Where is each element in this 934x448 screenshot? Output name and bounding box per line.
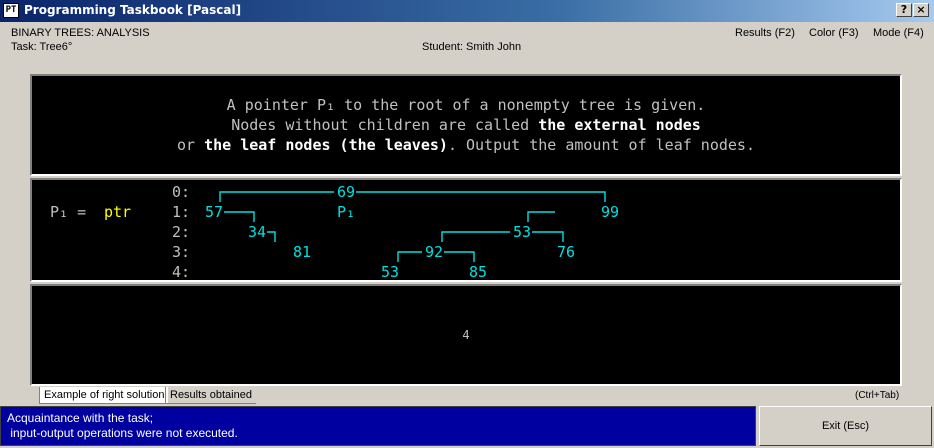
status-bar: Acquaintance with the task; input-output… [0, 406, 756, 446]
student-name: Student: Smith John [422, 41, 522, 53]
mode-menu-item[interactable]: Mode (F4) [873, 27, 924, 39]
tree-node: 81 [293, 243, 311, 261]
status-line-1: Acquaintance with the task; [7, 411, 154, 425]
tab-results-obtained[interactable]: Results obtained [165, 387, 256, 404]
tree-node: 69 [337, 183, 355, 201]
status-line-2: input-output operations were not execute… [7, 426, 238, 440]
tree-edges [219, 191, 606, 262]
tree-node: 92 [425, 243, 443, 261]
exit-button[interactable]: Exit (Esc) [759, 406, 932, 446]
ctrl-tab-hint: (Ctrl+Tab) [855, 390, 900, 401]
tree-diagram: P₁ = ptr 0: 1: 2: 3: 4: 69 57 99 P₁ 34 5… [50, 183, 619, 280]
formulation-panel: A pointer P₁ to the root of a nonempty t… [30, 74, 902, 176]
input-data-panel: P₁ = ptr 0: 1: 2: 3: 4: 69 57 99 P₁ 34 5… [30, 178, 902, 282]
color-menu-item[interactable]: Color (F3) [809, 27, 859, 39]
results-menu-item[interactable]: Results (F2) [735, 27, 795, 39]
formulation-line-2: Nodes without children are called the ex… [231, 116, 701, 134]
results-panel: 4 [30, 284, 902, 386]
close-button[interactable]: × [913, 3, 929, 17]
tree-node: 34 [248, 223, 266, 241]
result-value: 4 [462, 328, 470, 342]
level-label: 1: [172, 203, 190, 221]
tab-example-solution[interactable]: Example of right solution [39, 387, 169, 404]
formulation-line-1: A pointer P₁ to the root of a nonempty t… [226, 96, 706, 114]
pointer-label: P₁ [337, 203, 355, 221]
window-title: Programming Taskbook [Pascal] [24, 3, 242, 17]
level-label: 2: [172, 223, 190, 241]
app-icon: PT [3, 3, 19, 18]
tree-node: 99 [601, 203, 619, 221]
level-label: 3: [172, 243, 190, 261]
tree-node: 85 [469, 263, 487, 280]
level-label: 0: [172, 183, 190, 201]
tree-node: 53 [513, 223, 531, 241]
tree-node: 76 [557, 243, 575, 261]
var-value: ptr [104, 203, 131, 221]
task-name: Task: Tree6° [11, 41, 73, 53]
level-label: 4: [172, 263, 190, 280]
tree-node: 57 [205, 203, 223, 221]
tree-node: 53 [381, 263, 399, 280]
title-bar: PT Programming Taskbook [Pascal] ? × [0, 0, 934, 22]
help-button[interactable]: ? [896, 3, 912, 17]
var-label: P₁ = [50, 203, 86, 221]
task-group: BINARY TREES: ANALYSIS [11, 27, 150, 39]
formulation-line-3: or the leaf nodes (the leaves). Output t… [177, 136, 755, 154]
